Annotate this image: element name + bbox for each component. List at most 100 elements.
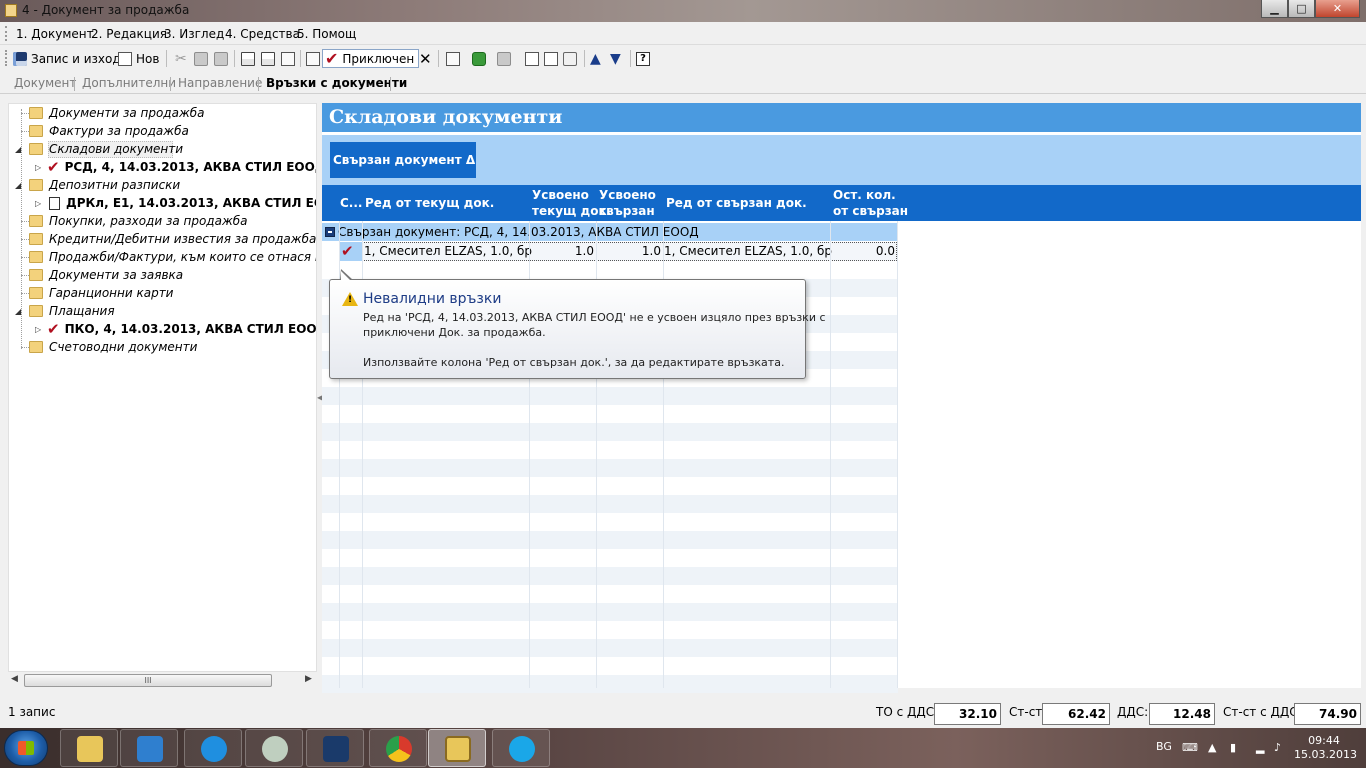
tab-linked-documents[interactable]: Връзки с документи: [266, 76, 407, 90]
collapse-arrow-icon[interactable]: ◢: [15, 181, 21, 190]
print-setup-button[interactable]: [281, 49, 295, 68]
empty-grid-row: [322, 405, 898, 423]
column-header-used-linked-line2[interactable]: свързан: [599, 204, 655, 219]
clock[interactable]: 09:44 15.03.2013: [1294, 734, 1357, 762]
column-header-remaining-line2[interactable]: от свързан: [833, 204, 908, 219]
menu-document[interactable]: 1. Документ: [16, 27, 94, 41]
tab-strip: Документ Допълнителни Направление Връзки…: [0, 72, 1366, 94]
menu-help[interactable]: 5. Помощ: [297, 27, 356, 41]
language-indicator[interactable]: BG: [1156, 740, 1172, 753]
tree-item-warehouse-documents[interactable]: Складови документи: [29, 140, 183, 158]
calculator-button[interactable]: [497, 49, 511, 68]
tree-item-purchases-expenses[interactable]: Покупки, разходи за продажба: [29, 212, 248, 230]
taskbar-skype[interactable]: [492, 729, 550, 767]
tab-direction[interactable]: Направление: [178, 76, 262, 90]
basket-button[interactable]: [563, 49, 577, 68]
tray-expand-icon[interactable]: ▲: [1208, 742, 1220, 754]
taskbar-internet-explorer[interactable]: [184, 729, 242, 767]
tree-item-drkl-document[interactable]: ДРКл, Е1, 14.03.2013, АКВА СТИЛ ЕООД: [49, 194, 316, 212]
taskbar-media-player[interactable]: [120, 729, 178, 767]
help-button[interactable]: ?: [636, 49, 650, 68]
taskbar-chrome[interactable]: [369, 729, 427, 767]
print-preview-button[interactable]: [261, 49, 275, 68]
tree-item-rsd-document[interactable]: ✔ РСД, 4, 14.03.2013, АКВА СТИЛ ЕООД: [47, 158, 316, 176]
tree-item-payments[interactable]: Плащания: [29, 302, 115, 320]
group-by-linked-document-chip[interactable]: Свързан документ Δ: [330, 142, 476, 178]
tree-item-order-documents[interactable]: Документи за заявка: [29, 266, 183, 284]
expand-arrow-icon[interactable]: ▷: [35, 199, 41, 208]
column-header-used-linked-line1[interactable]: Усвоено: [599, 188, 656, 203]
post-label: Приключен: [342, 51, 415, 66]
unpost-button[interactable]: ✕: [419, 49, 432, 68]
tree-item-warranty-cards[interactable]: Гаранционни карти: [29, 284, 173, 302]
expand-arrow-icon[interactable]: ▷: [35, 163, 41, 172]
calculator-icon: [497, 51, 511, 66]
minimize-button[interactable]: ▁: [1261, 0, 1288, 18]
scroll-thumb[interactable]: III: [24, 674, 272, 687]
collapse-arrow-icon[interactable]: ◢: [15, 307, 21, 316]
tree-item-related-sales[interactable]: Продажби/Фактури, към които се отнася из…: [29, 248, 316, 266]
tree-item-pko-document[interactable]: ✔ ПКО, 4, 14.03.2013, АКВА СТИЛ ЕООД (Ка…: [47, 320, 316, 338]
menu-edit[interactable]: 2. Редакция: [91, 27, 167, 41]
column-header-linked-line[interactable]: Ред от свързан док.: [666, 196, 807, 211]
expand-arrow-icon[interactable]: ▷: [35, 325, 41, 334]
tree-item-sales-invoices[interactable]: Фактури за продажба: [29, 122, 189, 140]
new-button[interactable]: Нов: [118, 49, 159, 68]
tooltip-text-line3: Използвайте колона 'Ред от свързан док.'…: [363, 356, 785, 369]
cut-button[interactable]: ✂: [175, 49, 187, 68]
signal-icon[interactable]: ▂: [1256, 742, 1268, 754]
collapse-group-icon[interactable]: [325, 227, 335, 237]
refresh-button[interactable]: [472, 49, 486, 68]
move-down-button[interactable]: ▼: [610, 49, 621, 68]
taskbar-accounting-app[interactable]: [428, 729, 486, 767]
print-button[interactable]: [241, 49, 255, 68]
document-tree: Документи за продажба Фактури за продажб…: [8, 103, 317, 687]
paste-button[interactable]: [214, 49, 228, 68]
collapse-arrow-icon[interactable]: ◢: [15, 145, 21, 154]
empty-grid-row: [322, 261, 898, 279]
warning-icon: !: [342, 292, 358, 306]
copy-button[interactable]: [194, 49, 208, 68]
tree-item-accounting-documents[interactable]: Счетоводни документи: [29, 338, 197, 356]
table-row[interactable]: ✔ 1, Смесител ELZAS, 1.0, бр 1.0 1.0 1, …: [322, 242, 898, 261]
column-header-used-current-line1[interactable]: Усвоено: [532, 188, 589, 203]
edit-document-button[interactable]: [306, 49, 320, 68]
duplicate-document-button[interactable]: [544, 49, 558, 68]
menu-tools[interactable]: 4. Средства: [225, 27, 300, 41]
cell-linked-line[interactable]: 1, Смесител ELZAS, 1.0, бр: [664, 242, 832, 261]
tab-document[interactable]: Документ: [14, 76, 76, 90]
circle-app-icon: [262, 736, 288, 762]
column-header-status[interactable]: С...: [340, 196, 362, 211]
tree-item-credit-debit-notes[interactable]: Кредитни/Дебитни известия за продажба: [29, 230, 316, 248]
start-button[interactable]: [4, 730, 48, 766]
group-row[interactable]: Свързан документ: РСД, 4, 14.03.2013, АК…: [322, 223, 898, 241]
scroll-right-icon[interactable]: ▶: [305, 674, 312, 684]
save-exit-button[interactable]: Запис и изход: [13, 49, 121, 68]
copy-document-button[interactable]: [525, 49, 539, 68]
group-by-area: Свързан документ Δ: [322, 135, 1361, 185]
new-document-icon: [118, 51, 132, 66]
list-button[interactable]: [446, 49, 460, 68]
x-icon: ✕: [419, 49, 432, 68]
scroll-left-icon[interactable]: ◀: [11, 674, 18, 684]
volume-icon[interactable]: ♪: [1274, 742, 1286, 754]
taskbar-explorer[interactable]: [60, 729, 118, 767]
menu-view[interactable]: 3. Изглед: [164, 27, 224, 41]
close-button[interactable]: ✕: [1315, 0, 1360, 18]
vat-value: 12.48: [1149, 703, 1215, 725]
column-header-current-line[interactable]: Ред от текущ док.: [365, 196, 494, 211]
photoshop-icon: [323, 736, 349, 762]
taskbar-app-circle[interactable]: [245, 729, 303, 767]
post-button[interactable]: ✔ Приключен: [322, 49, 420, 68]
tree-item-deposit-receipts[interactable]: Депозитни разписки: [29, 176, 180, 194]
tree-item-sales-documents[interactable]: Документи за продажба: [29, 104, 205, 122]
column-header-remaining-line1[interactable]: Ост. кол.: [833, 188, 896, 203]
maximize-button[interactable]: □: [1288, 0, 1315, 18]
network-icon[interactable]: ▮: [1230, 742, 1242, 754]
taskbar-photoshop[interactable]: [306, 729, 364, 767]
move-up-button[interactable]: ▲: [590, 49, 601, 68]
tab-additional[interactable]: Допълнителни: [82, 76, 176, 90]
keyboard-icon[interactable]: ⌨: [1182, 742, 1198, 754]
tree-horizontal-scrollbar[interactable]: ◀ III ▶: [8, 671, 317, 688]
folder-icon: [29, 107, 43, 119]
